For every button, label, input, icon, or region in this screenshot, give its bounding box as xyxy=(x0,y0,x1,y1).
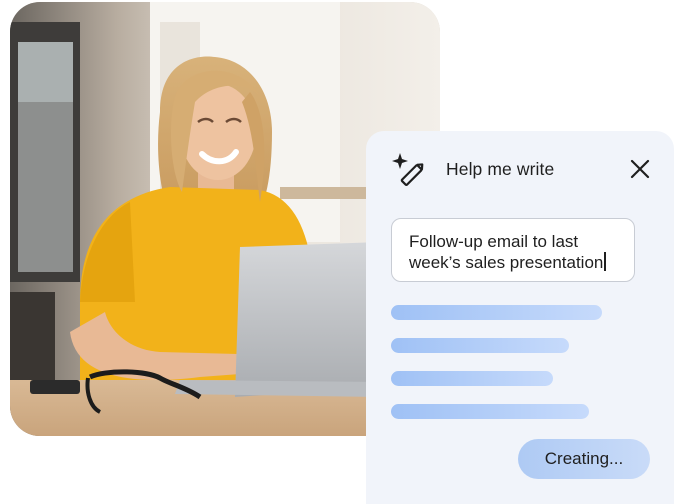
panel-title: Help me write xyxy=(446,159,555,179)
text-caret xyxy=(604,252,606,271)
panel-header: Help me write xyxy=(366,131,674,207)
close-button[interactable] xyxy=(626,155,654,183)
generating-placeholder-line-3 xyxy=(391,371,553,386)
creating-status-button[interactable]: Creating... xyxy=(518,439,650,479)
generating-placeholder-line-1 xyxy=(391,305,602,320)
help-me-write-panel: Help me write Follow-up email to last we… xyxy=(366,131,674,504)
prompt-text: Follow-up email to last week’s sales pre… xyxy=(409,232,604,272)
sparkle-pencil-icon xyxy=(392,153,424,186)
prompt-input[interactable]: Follow-up email to last week’s sales pre… xyxy=(391,218,635,282)
close-icon xyxy=(630,159,650,179)
generating-placeholder-line-4 xyxy=(391,404,589,419)
generating-placeholder-line-2 xyxy=(391,338,569,353)
